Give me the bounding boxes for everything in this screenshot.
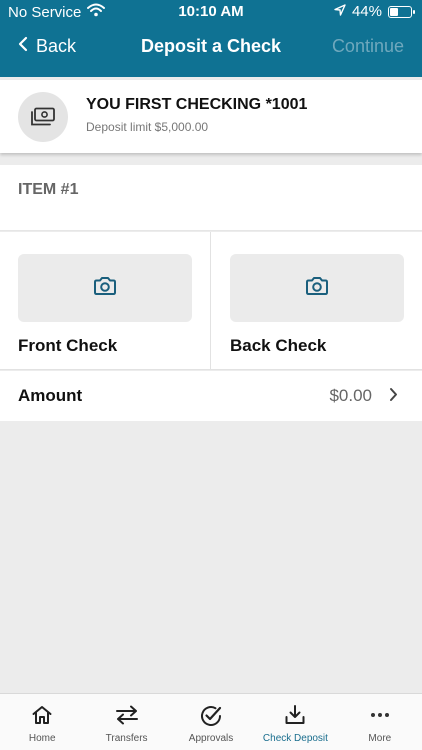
tab-approvals[interactable]: Approvals	[169, 694, 253, 750]
battery-percent: 44%	[351, 3, 382, 20]
tab-check-deposit[interactable]: Check Deposit	[253, 694, 337, 750]
status-bar: No Service 10:10 AM 44%	[0, 0, 422, 24]
nav-bar: Back Deposit a Check Continue	[0, 28, 422, 68]
amount-value: $0.00	[329, 386, 372, 405]
continue-button[interactable]: Continue	[332, 36, 404, 57]
camera-icon	[305, 276, 329, 301]
tab-label: Home	[28, 733, 56, 744]
front-check-capture-button[interactable]	[18, 254, 192, 322]
tab-label: More	[368, 733, 392, 744]
money-icon	[18, 92, 68, 142]
status-right: 44%	[334, 3, 415, 20]
tab-transfers[interactable]: Transfers	[84, 694, 168, 750]
account-card[interactable]: YOU FIRST CHECKING *1001 Deposit limit $…	[0, 80, 422, 153]
battery-fill	[390, 7, 399, 16]
tab-home[interactable]: Home	[0, 694, 84, 750]
check-capture-row: Front Check Back Check	[0, 232, 422, 370]
tab-label: Approvals	[188, 733, 234, 744]
location-arrow-icon	[334, 3, 346, 20]
item-label: ITEM #1	[18, 181, 79, 198]
tab-bar: Home Transfers Approvals Check Deposit M…	[0, 693, 422, 750]
back-check-label: Back Check	[230, 336, 327, 355]
tab-label: Check Deposit	[262, 733, 328, 744]
camera-icon	[93, 276, 117, 301]
amount-label: Amount	[18, 386, 83, 405]
tab-label: Transfers	[105, 733, 148, 744]
amount-row[interactable]: Amount $0.00	[0, 371, 422, 421]
account-name: YOU FIRST CHECKING *1001	[86, 96, 308, 113]
front-check-label: Front Check	[18, 336, 118, 355]
column-divider	[210, 232, 211, 370]
tab-more[interactable]: More	[338, 694, 422, 750]
back-check-capture-button[interactable]	[230, 254, 404, 322]
battery-icon	[388, 5, 415, 18]
item-section: ITEM #1	[0, 165, 422, 231]
chevron-right-icon	[389, 387, 398, 407]
deposit-limit: Deposit limit $5,000.00	[86, 120, 209, 134]
header: No Service 10:10 AM 44% Back Deposit a C…	[0, 0, 422, 77]
